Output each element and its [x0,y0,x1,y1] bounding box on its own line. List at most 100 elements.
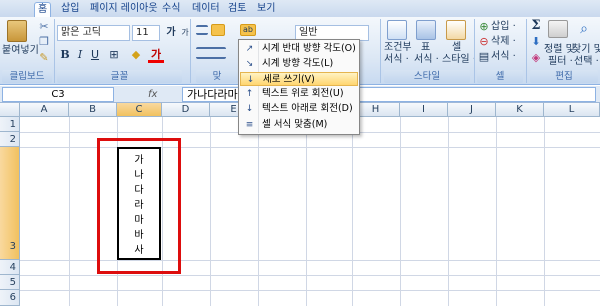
row-header-6[interactable]: 6 [0,290,20,306]
select-all-corner[interactable] [0,103,20,117]
clear-icon[interactable]: ◈ [528,50,544,66]
column-header-j[interactable]: J [448,103,496,117]
format-icon[interactable]: ▤ [476,49,492,65]
gridline [69,117,70,306]
column-header-c[interactable]: C [117,103,162,117]
align-top-icon[interactable] [196,25,208,35]
gridline [20,275,600,276]
font-group-label: 글꼴 [57,70,182,83]
insert-button[interactable]: 삽입 · [491,21,516,33]
clipboard-group-label: 클립보드 [2,70,52,83]
borders-icon[interactable]: ⊞ [106,47,122,63]
table-format-icon[interactable] [416,20,436,40]
angle-counterclockwise-icon: ↗ [245,44,254,54]
sort-filter-button-2: 필터 · [548,56,573,67]
menu-item-label: 시계 방향 각도(L) [262,58,334,69]
gridline [20,290,600,291]
fx-icon[interactable]: fx [148,89,157,101]
menu-item-rotate-text-down[interactable]: ↓ 텍스트 아래로 회전(D) [240,102,358,116]
copy-icon[interactable]: ❐ [36,34,52,50]
gridline [496,117,497,306]
menu-item-vertical-text[interactable]: ↓ 세로 쓰기(V) [240,72,358,86]
row-header-3[interactable]: 3 [0,147,20,260]
tab-data[interactable]: 데이터 [189,2,223,17]
group-separator [54,19,55,83]
row-header-5[interactable]: 5 [0,275,20,290]
name-box[interactable]: C3 [2,87,114,102]
find-select-icon[interactable]: ⌕ [576,21,592,37]
gridline [258,117,259,306]
column-header-b[interactable]: B [69,103,117,117]
underline-button[interactable]: U [87,47,103,63]
tab-formulas[interactable]: 수식 [159,2,183,17]
row-header-2[interactable]: 2 [0,132,20,147]
group-separator [526,19,527,83]
menu-item-label: 셀 서식 맞춤(M) [262,119,328,130]
font-name-box[interactable]: 맑은 고딕 [57,25,130,41]
gridline [448,117,449,306]
menu-item-format-cell-alignment[interactable]: ≡ 셀 서식 맞춤(M) [240,118,358,132]
paste-button[interactable]: 붙여넣기 [2,45,39,57]
insert-icon[interactable]: ⊕ [476,19,492,35]
delete-button[interactable]: 삭제 · [491,36,516,48]
fill-color-icon[interactable]: ◆ [128,47,144,63]
angle-clockwise-icon: ↘ [245,59,254,69]
column-header-i[interactable]: I [400,103,448,117]
format-button[interactable]: 서식 · [491,51,516,63]
tab-home[interactable]: 홈 [34,2,52,18]
ribbon-tab-bar: 홈 삽입 페이지 레이아웃 수식 데이터 검토 보기 [0,0,600,18]
sort-filter-button[interactable]: 정렬 및 [544,44,575,56]
bold-button[interactable]: B [57,47,73,63]
column-header-l[interactable]: L [544,103,600,117]
cells-group-label: 셀 [477,70,523,83]
menu-item-label: 세로 쓰기(V) [263,74,315,85]
gridline [306,117,307,306]
gridline [544,117,545,306]
font-color-button[interactable]: 가 [148,47,164,63]
menu-item-label: 시계 반대 방향 각도(O) [262,43,356,54]
delete-icon[interactable]: ⊖ [476,34,492,50]
conditional-format-button[interactable]: 조건부 [384,42,412,54]
menu-item-angle-counterclockwise[interactable]: ↗ 시계 반대 방향 각도(O) [240,42,358,56]
find-select-button[interactable]: 찾기 및 [572,44,600,56]
table-format-button-2: 서식 · [414,54,439,65]
conditional-format-icon[interactable] [387,20,407,40]
column-header-k[interactable]: K [496,103,544,117]
tab-insert[interactable]: 삽입 [58,2,82,17]
orientation-icon[interactable]: ab [240,24,256,36]
format-painter-icon[interactable]: ✎ [36,50,52,66]
column-header-d[interactable]: D [162,103,210,117]
font-size-box[interactable]: 11 [132,25,160,41]
rotate-text-down-icon: ↓ [245,104,254,114]
row-header-4[interactable]: 4 [0,260,20,275]
cut-icon[interactable]: ✂ [36,19,52,35]
tab-page-layout[interactable]: 페이지 레이아웃 [87,2,161,17]
table-format-button[interactable]: 표 [421,42,430,54]
column-header-a[interactable]: A [20,103,69,117]
menu-item-label: 텍스트 아래로 회전(D) [262,103,353,114]
menu-item-rotate-text-up[interactable]: ↑ 텍스트 위로 회전(U) [240,87,358,101]
align-middle-icon[interactable] [211,24,225,36]
format-cell-alignment-icon: ≡ [245,120,254,130]
row-header-1[interactable]: 1 [0,117,20,132]
cell-style-button-2: 스타일 · [442,54,476,65]
find-select-button-2: 선택 · [574,56,599,67]
tab-view[interactable]: 보기 [254,2,278,17]
gridline [352,117,353,306]
align-lines-icon[interactable] [196,47,226,59]
editing-group-label: 편집 [530,70,598,83]
group-separator [190,19,191,83]
alignment-group-label: 맞 [196,70,238,83]
cell-style-icon[interactable] [446,20,466,40]
tab-review[interactable]: 검토 [225,2,249,17]
group-separator [474,19,475,83]
cell-style-button[interactable]: 셀 [452,42,461,54]
paste-icon[interactable] [7,20,27,42]
menu-item-label: 텍스트 위로 회전(U) [262,88,344,99]
autosum-button[interactable]: Σ [528,18,544,34]
fill-icon[interactable]: ⬇ [528,34,544,50]
italic-button[interactable]: I [72,47,88,63]
menu-item-angle-clockwise[interactable]: ↘ 시계 방향 각도(L) [240,57,358,71]
sort-filter-icon[interactable] [548,20,568,38]
rotate-text-up-icon: ↑ [245,89,254,99]
